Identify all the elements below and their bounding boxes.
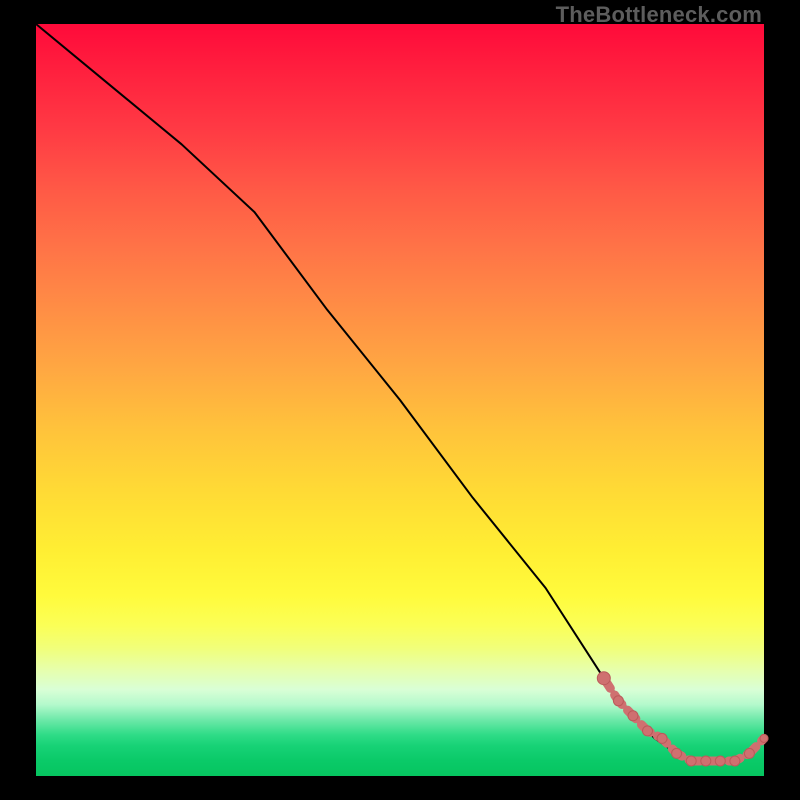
marker-dot <box>628 711 638 721</box>
marker-dot <box>744 748 754 758</box>
marker-dot <box>715 756 725 766</box>
marker-dot <box>701 756 711 766</box>
marker-dot <box>760 734 768 742</box>
bottleneck-curve <box>36 24 764 761</box>
curve-layer <box>36 24 764 776</box>
marker-connector <box>604 678 764 761</box>
marker-dot <box>597 672 610 685</box>
marker-dot <box>730 756 740 766</box>
plot-area <box>36 24 764 776</box>
marker-dot <box>613 696 623 706</box>
marker-dot <box>672 748 682 758</box>
highlighted-markers <box>597 672 768 766</box>
chart-stage: TheBottleneck.com <box>0 0 800 800</box>
marker-dot <box>643 726 653 736</box>
marker-dot <box>657 733 667 743</box>
marker-dot <box>686 756 696 766</box>
